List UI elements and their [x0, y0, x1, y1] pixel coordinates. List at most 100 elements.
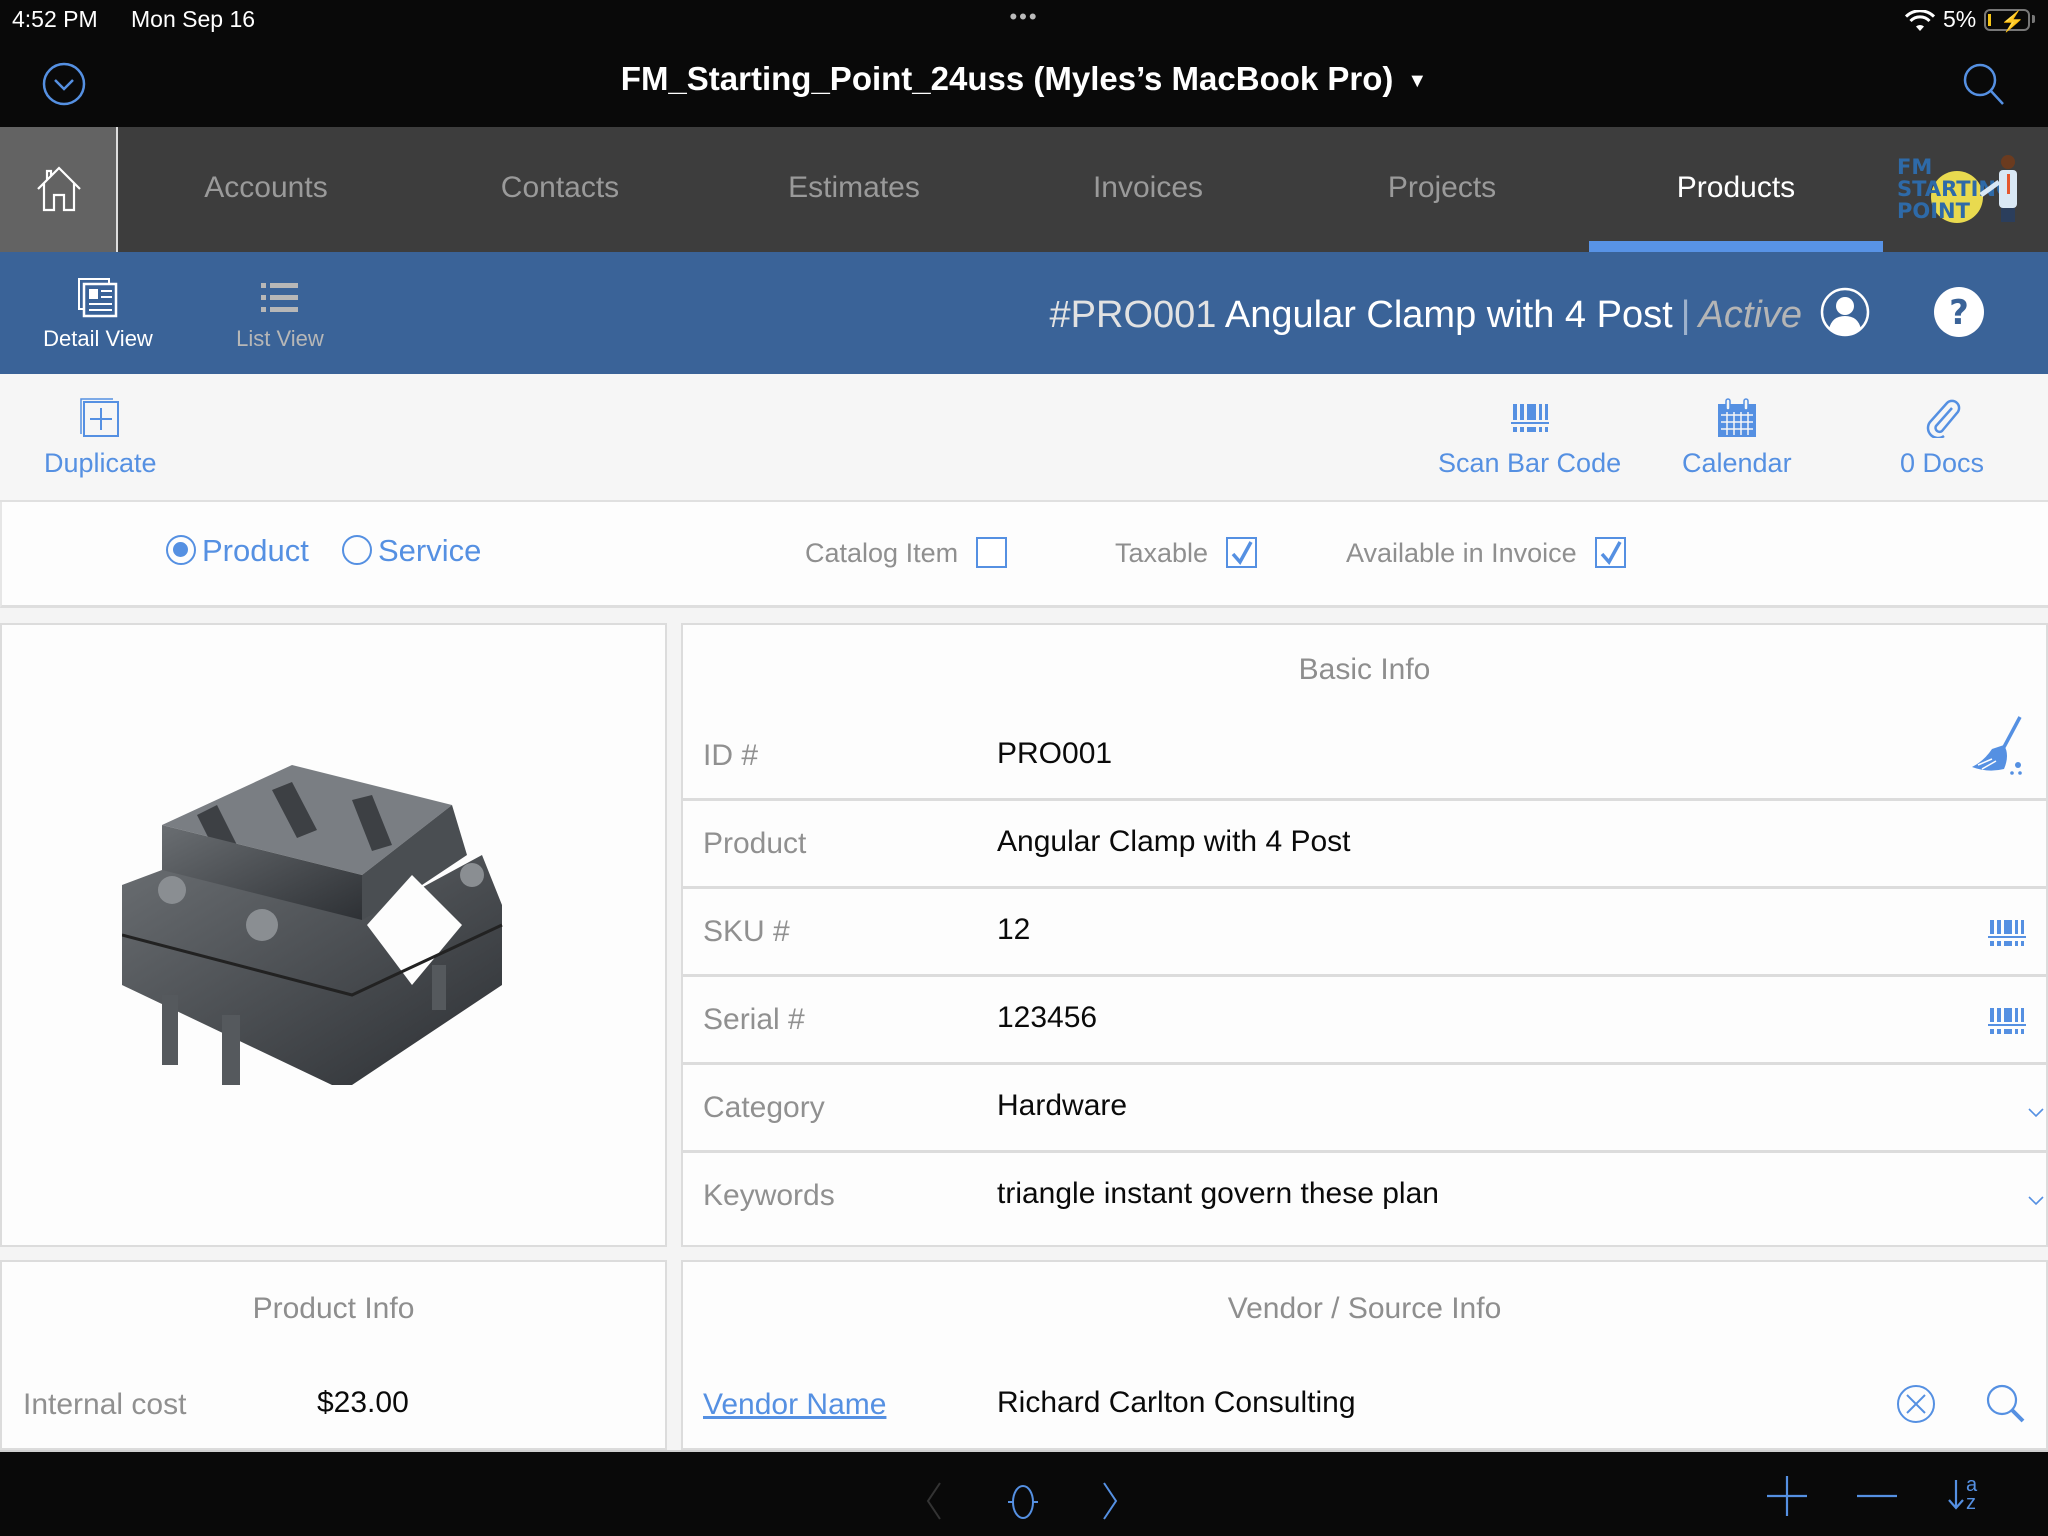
- barcode-icon: [1510, 404, 1549, 432]
- barcode-icon[interactable]: [1988, 919, 2026, 952]
- tab-label: Accounts: [204, 171, 328, 204]
- radio-service[interactable]: Service: [342, 533, 481, 569]
- nav-bar: Accounts Contacts Estimates Invoices Pro…: [0, 127, 2048, 252]
- field-row-sku: SKU # 12: [683, 889, 2048, 977]
- home-icon: [37, 166, 81, 212]
- product-image: [122, 765, 503, 1085]
- product-image-panel[interactable]: [0, 623, 667, 1247]
- detail-view-label: Detail View: [43, 326, 153, 351]
- battery-icon: ⚡: [1984, 9, 2030, 33]
- product-info-panel: Product Info Internal cost $23.00: [0, 1260, 667, 1450]
- app-root: 4:52 PM Mon Sep 16 ••• 5% ⚡ FM_Starting_…: [0, 0, 2048, 1536]
- checkmark-icon[interactable]: [1594, 537, 1626, 568]
- multitask-dots[interactable]: •••: [1000, 4, 1048, 30]
- checkbox-empty-icon[interactable]: [976, 537, 1008, 568]
- tab-contacts[interactable]: Contacts: [413, 127, 707, 252]
- available-in-invoice-label: Available in Invoice: [1346, 538, 1577, 568]
- radio-selected-icon: [166, 535, 196, 565]
- record-header: Detail View List View #PRO001 Angular Cl…: [0, 252, 2048, 374]
- clear-vendor-button[interactable]: [1896, 1384, 1936, 1429]
- calendar-button[interactable]: Calendar: [1682, 398, 1792, 479]
- file-title[interactable]: FM_Starting_Point_24uss (Myles’s MacBook…: [0, 60, 2048, 98]
- available-in-invoice-checkbox[interactable]: Available in Invoice: [1346, 537, 1626, 569]
- field-row-product: Product Angular Clamp with 4 Post: [683, 801, 2048, 889]
- sort-arrow-icon: [1948, 1480, 1964, 1510]
- record-toolbar: Duplicate Scan Bar Code Calendar 0 Docs: [0, 374, 2048, 502]
- field-label: Keywords: [703, 1179, 835, 1212]
- basic-info-panel: Basic Info ID # PRO001 Product Angular C…: [681, 623, 2048, 1247]
- serial-field[interactable]: 123456: [997, 1001, 1097, 1035]
- file-title-text: FM_Starting_Point_24uss (Myles’s MacBook…: [620, 60, 1394, 97]
- field-label: Category: [703, 1091, 825, 1124]
- logo-line-3: POINT: [1897, 199, 1971, 223]
- field-row-category[interactable]: Category Hardware: [683, 1065, 2048, 1153]
- duplicate-label: Duplicate: [44, 448, 157, 478]
- category-dropdown[interactable]: Hardware: [997, 1089, 1127, 1123]
- status-time: 4:52 PM: [12, 6, 98, 32]
- record-slider-icon: [1008, 1485, 1038, 1519]
- chevron-right-icon: [1103, 1482, 1118, 1520]
- broom-icon[interactable]: [1970, 715, 2026, 784]
- field-label: ID #: [703, 739, 759, 772]
- help-button[interactable]: ?: [1934, 287, 1984, 337]
- calendar-icon: [1717, 398, 1756, 437]
- battery-tip: [2032, 15, 2035, 23]
- checkmark-icon[interactable]: [1226, 537, 1258, 568]
- list-view-label: List View: [236, 326, 324, 351]
- duplicate-button[interactable]: Duplicate: [44, 398, 157, 479]
- detail-view-button[interactable]: Detail View: [18, 278, 178, 352]
- home-button[interactable]: [0, 127, 118, 252]
- radio-product[interactable]: Product: [166, 533, 309, 569]
- barcode-icon[interactable]: [1988, 1007, 2026, 1040]
- catalog-item-checkbox[interactable]: Catalog Item: [805, 537, 1008, 569]
- user-account-button[interactable]: [1820, 287, 1870, 337]
- radio-service-label: Service: [378, 533, 482, 568]
- duplicate-icon: [80, 398, 120, 437]
- sku-field[interactable]: 12: [997, 913, 1030, 947]
- tab-products[interactable]: Products: [1589, 127, 1883, 252]
- logo-line-1: FM: [1897, 155, 1932, 179]
- previous-record-button[interactable]: [924, 1482, 944, 1525]
- tab-label: Products: [1676, 171, 1796, 204]
- tab-label: Contacts: [500, 171, 620, 204]
- delete-record-button[interactable]: [1855, 1474, 1899, 1523]
- id-field[interactable]: PRO001: [997, 737, 1112, 771]
- internal-cost-field[interactable]: $23.00: [317, 1386, 409, 1420]
- tab-projects[interactable]: Projects: [1295, 127, 1589, 252]
- catalog-item-label: Catalog Item: [805, 538, 959, 568]
- wifi-icon: [1904, 9, 1936, 38]
- fm-starting-point-logo: FM STARTING POINT: [1895, 152, 2035, 227]
- next-record-button[interactable]: [1100, 1482, 1120, 1525]
- battery-percent: 5%: [1943, 6, 1977, 32]
- record-name: Angular Clamp with 4 Post: [1224, 294, 1673, 336]
- field-row-id: ID # PRO001: [683, 713, 2048, 801]
- new-record-button[interactable]: [1765, 1474, 1809, 1523]
- product-info-title: Product Info: [252, 1292, 415, 1325]
- chevron-down-icon[interactable]: [2028, 1193, 2044, 1211]
- vendor-name-field[interactable]: Richard Carlton Consulting: [997, 1386, 1356, 1420]
- field-row-keywords[interactable]: Keywords triangle instant govern these p…: [683, 1153, 2048, 1241]
- tab-invoices[interactable]: Invoices: [1001, 127, 1295, 252]
- taxable-checkbox[interactable]: Taxable: [1115, 537, 1258, 569]
- list-view-button[interactable]: List View: [200, 278, 360, 352]
- field-label: Serial #: [703, 1003, 805, 1036]
- docs-button[interactable]: 0 Docs: [1900, 398, 1984, 479]
- keywords-dropdown[interactable]: triangle instant govern these plan: [997, 1177, 1439, 1211]
- find-vendor-button[interactable]: [1986, 1384, 2026, 1429]
- docs-label: 0 Docs: [1900, 448, 1985, 478]
- tab-accounts[interactable]: Accounts: [119, 127, 413, 252]
- status-date: Mon Sep 16: [131, 6, 256, 32]
- tab-estimates[interactable]: Estimates: [707, 127, 1001, 252]
- field-row-serial: Serial # 123456: [683, 977, 2048, 1065]
- internal-cost-label: Internal cost: [23, 1388, 187, 1421]
- scan-bar-code-button[interactable]: Scan Bar Code: [1438, 398, 1621, 479]
- search-button[interactable]: [1962, 62, 2006, 108]
- paperclip-icon: [1926, 399, 1961, 438]
- field-label: Product: [703, 827, 807, 860]
- search-icon: [1986, 1384, 2025, 1423]
- record-navigator-button[interactable]: [1000, 1484, 1046, 1525]
- svg-text:?: ?: [1949, 293, 1969, 333]
- vendor-name-link[interactable]: Vendor Name: [703, 1388, 886, 1422]
- product-name-field[interactable]: Angular Clamp with 4 Post: [997, 825, 1351, 859]
- chevron-down-icon[interactable]: [2028, 1105, 2044, 1123]
